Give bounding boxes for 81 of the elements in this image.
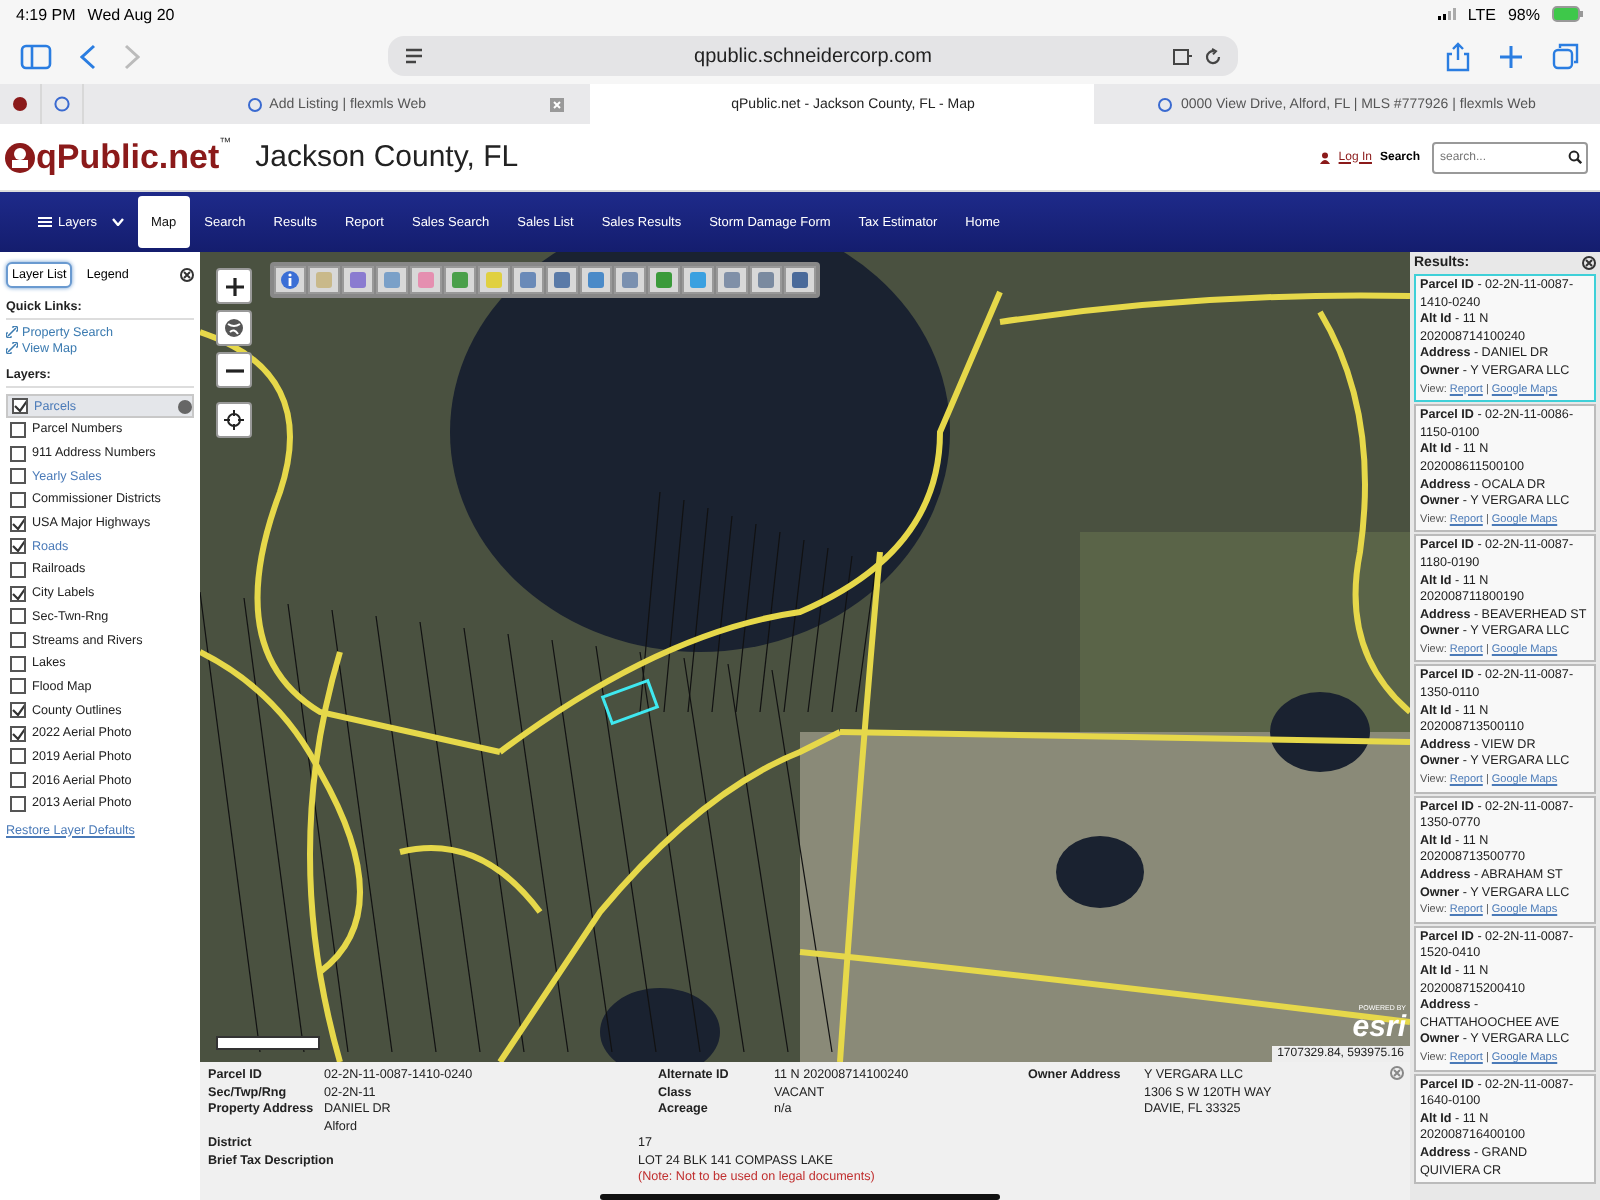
checkbox[interactable] xyxy=(10,748,26,765)
clock-time: 4:19 PM xyxy=(16,5,76,23)
checkbox[interactable] xyxy=(10,421,26,438)
plus-icon xyxy=(225,277,243,295)
tool-square-icon xyxy=(688,270,708,290)
address-bar[interactable]: qpublic.schneidercorp.com xyxy=(388,36,1238,76)
map-tool-button[interactable] xyxy=(648,266,680,294)
checkmark-icon xyxy=(12,587,24,600)
link-icon xyxy=(6,342,18,355)
checkbox[interactable] xyxy=(10,725,26,742)
globe-icon xyxy=(1158,97,1173,111)
map-tool-button[interactable] xyxy=(546,266,578,294)
battery-icon xyxy=(1552,6,1584,22)
county-title: Jackson County, FL xyxy=(255,140,519,174)
globe-button[interactable] xyxy=(216,310,252,346)
signal-icon xyxy=(1437,8,1456,20)
back-icon[interactable] xyxy=(80,43,96,69)
checkbox[interactable] xyxy=(10,655,26,672)
tool-square-icon xyxy=(450,270,470,290)
checkbox[interactable] xyxy=(10,702,26,719)
globe-icon xyxy=(224,318,244,338)
info-icon[interactable] xyxy=(178,399,192,413)
tool-square-icon xyxy=(586,270,606,290)
info-icon xyxy=(280,270,300,290)
tool-square-icon xyxy=(654,270,674,290)
layers-icon xyxy=(38,216,52,228)
tool-square-icon xyxy=(416,270,436,290)
pinned-tab-icon[interactable] xyxy=(12,96,28,112)
page-menu-icon[interactable] xyxy=(404,47,424,65)
tool-square-icon xyxy=(790,270,810,290)
battery-percent: 98% xyxy=(1507,5,1540,23)
checkbox[interactable] xyxy=(10,445,26,462)
tabs-icon[interactable] xyxy=(1552,42,1580,70)
plus-icon[interactable] xyxy=(1498,43,1524,69)
tool-square-icon xyxy=(756,270,776,290)
checkbox[interactable] xyxy=(10,795,26,812)
share-icon[interactable] xyxy=(1446,41,1470,71)
map-tool-button[interactable] xyxy=(580,266,612,294)
checkbox[interactable] xyxy=(10,538,26,555)
date-text: Wed Aug 20 xyxy=(87,5,175,23)
globe-icon xyxy=(247,97,262,111)
tool-square-icon xyxy=(348,270,368,290)
checkbox[interactable] xyxy=(10,772,26,789)
close-icon[interactable] xyxy=(180,268,194,282)
search-icon[interactable] xyxy=(1568,150,1582,164)
checkbox[interactable] xyxy=(10,608,26,625)
zoom-in-button[interactable] xyxy=(216,268,252,304)
tool-square-icon xyxy=(552,270,572,290)
close-icon[interactable] xyxy=(1582,256,1596,270)
sidebar-icon[interactable] xyxy=(20,43,52,69)
logo-text: qPublic.net xyxy=(36,137,220,177)
zoom-out-button[interactable] xyxy=(216,352,252,388)
checkbox[interactable] xyxy=(10,632,26,649)
tool-square-icon xyxy=(382,270,402,290)
checkbox[interactable] xyxy=(10,468,26,485)
crosshair-icon xyxy=(224,410,244,430)
scale-bar xyxy=(216,1036,320,1050)
tool-square-icon xyxy=(484,270,504,290)
checkbox[interactable] xyxy=(10,491,26,508)
tool-square-icon xyxy=(314,270,334,290)
extension-icon[interactable] xyxy=(1172,47,1194,65)
checkbox[interactable] xyxy=(10,515,26,532)
locate-button[interactable] xyxy=(216,402,252,438)
tool-square-icon xyxy=(518,270,538,290)
network-label: LTE xyxy=(1467,5,1496,23)
tool-square-icon xyxy=(620,270,640,290)
tool-square-icon xyxy=(722,270,742,290)
link-icon xyxy=(6,326,18,339)
close-tab-icon[interactable] xyxy=(549,97,564,111)
checkbox[interactable] xyxy=(10,678,26,695)
checkmark-icon xyxy=(14,400,26,412)
checkbox[interactable] xyxy=(12,398,28,414)
user-icon xyxy=(1320,151,1331,163)
checkbox[interactable] xyxy=(10,585,26,602)
reload-icon[interactable] xyxy=(1204,47,1222,65)
pinned-tab-icon[interactable] xyxy=(54,96,70,112)
checkbox[interactable] xyxy=(10,561,26,578)
caret-icon xyxy=(111,218,124,226)
map-tool-button[interactable] xyxy=(274,266,306,294)
map-tool-button[interactable] xyxy=(342,266,374,294)
map-tool-button[interactable] xyxy=(784,266,816,294)
